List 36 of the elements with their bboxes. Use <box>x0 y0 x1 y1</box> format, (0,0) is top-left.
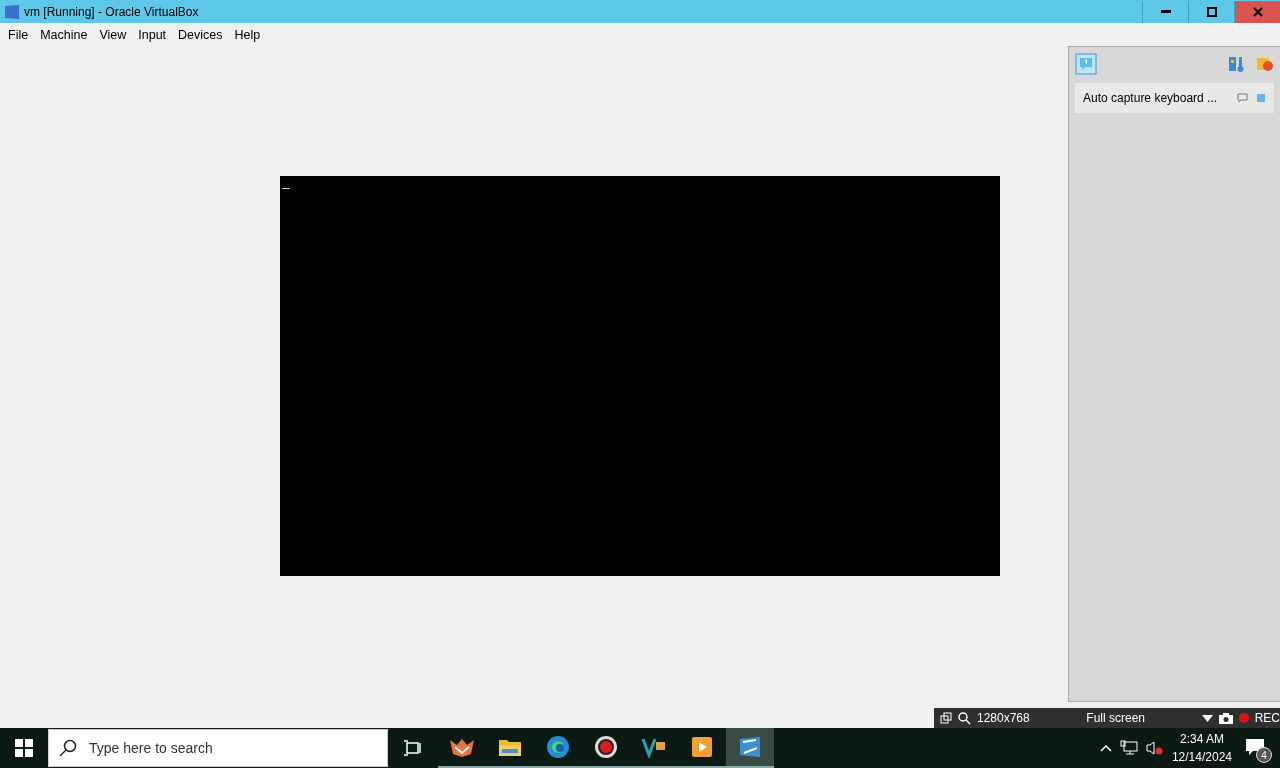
task-view-icon <box>404 740 422 756</box>
network-icon[interactable] <box>1119 740 1138 756</box>
minimize-icon <box>1160 10 1171 13</box>
mode-label[interactable]: Full screen <box>1035 711 1196 725</box>
caret-icon[interactable] <box>1201 714 1213 722</box>
chevron-up-icon[interactable] <box>1099 744 1112 752</box>
muted-speaker-icon[interactable] <box>1145 740 1164 756</box>
menu-item[interactable]: Machine <box>34 25 94 44</box>
folder-icon <box>498 737 522 757</box>
search-field[interactable]: Type here to search <box>87 739 387 757</box>
window-title: vm [Running] - Oracle VirtualBox <box>24 4 199 19</box>
thermometer-icon[interactable] <box>1228 55 1246 73</box>
menu-item[interactable]: View <box>93 25 133 44</box>
magnifier-icon[interactable] <box>958 711 971 725</box>
clock[interactable]: 2:34 AM 12/14/2024 <box>1171 730 1232 766</box>
rec-label: REC <box>1254 711 1280 725</box>
menu-item[interactable]: Help <box>228 25 267 44</box>
record-dot-icon[interactable] <box>1238 713 1249 723</box>
taskbar-app[interactable] <box>726 728 774 768</box>
search-icon <box>59 739 77 757</box>
camera-icon[interactable] <box>1218 712 1233 724</box>
menu-item[interactable]: Input <box>132 25 173 44</box>
record-icon <box>594 735 618 759</box>
notification-button[interactable]: 4 <box>1240 733 1270 763</box>
player-icon <box>691 736 713 758</box>
menu-item[interactable]: File <box>2 25 35 44</box>
close-button[interactable] <box>1234 0 1280 23</box>
text-cursor <box>282 187 290 189</box>
close-icon <box>1252 6 1263 17</box>
resolution-label: 1280x768 <box>977 711 1030 725</box>
menu-item[interactable]: Devices <box>172 25 229 44</box>
windows-logo-icon <box>15 739 33 757</box>
message-text: Auto capture keyboard ... <box>1083 91 1219 105</box>
search-bar[interactable]: Type here to search <box>48 729 388 767</box>
browser-icon <box>546 735 570 759</box>
restore-icon <box>1206 6 1217 17</box>
